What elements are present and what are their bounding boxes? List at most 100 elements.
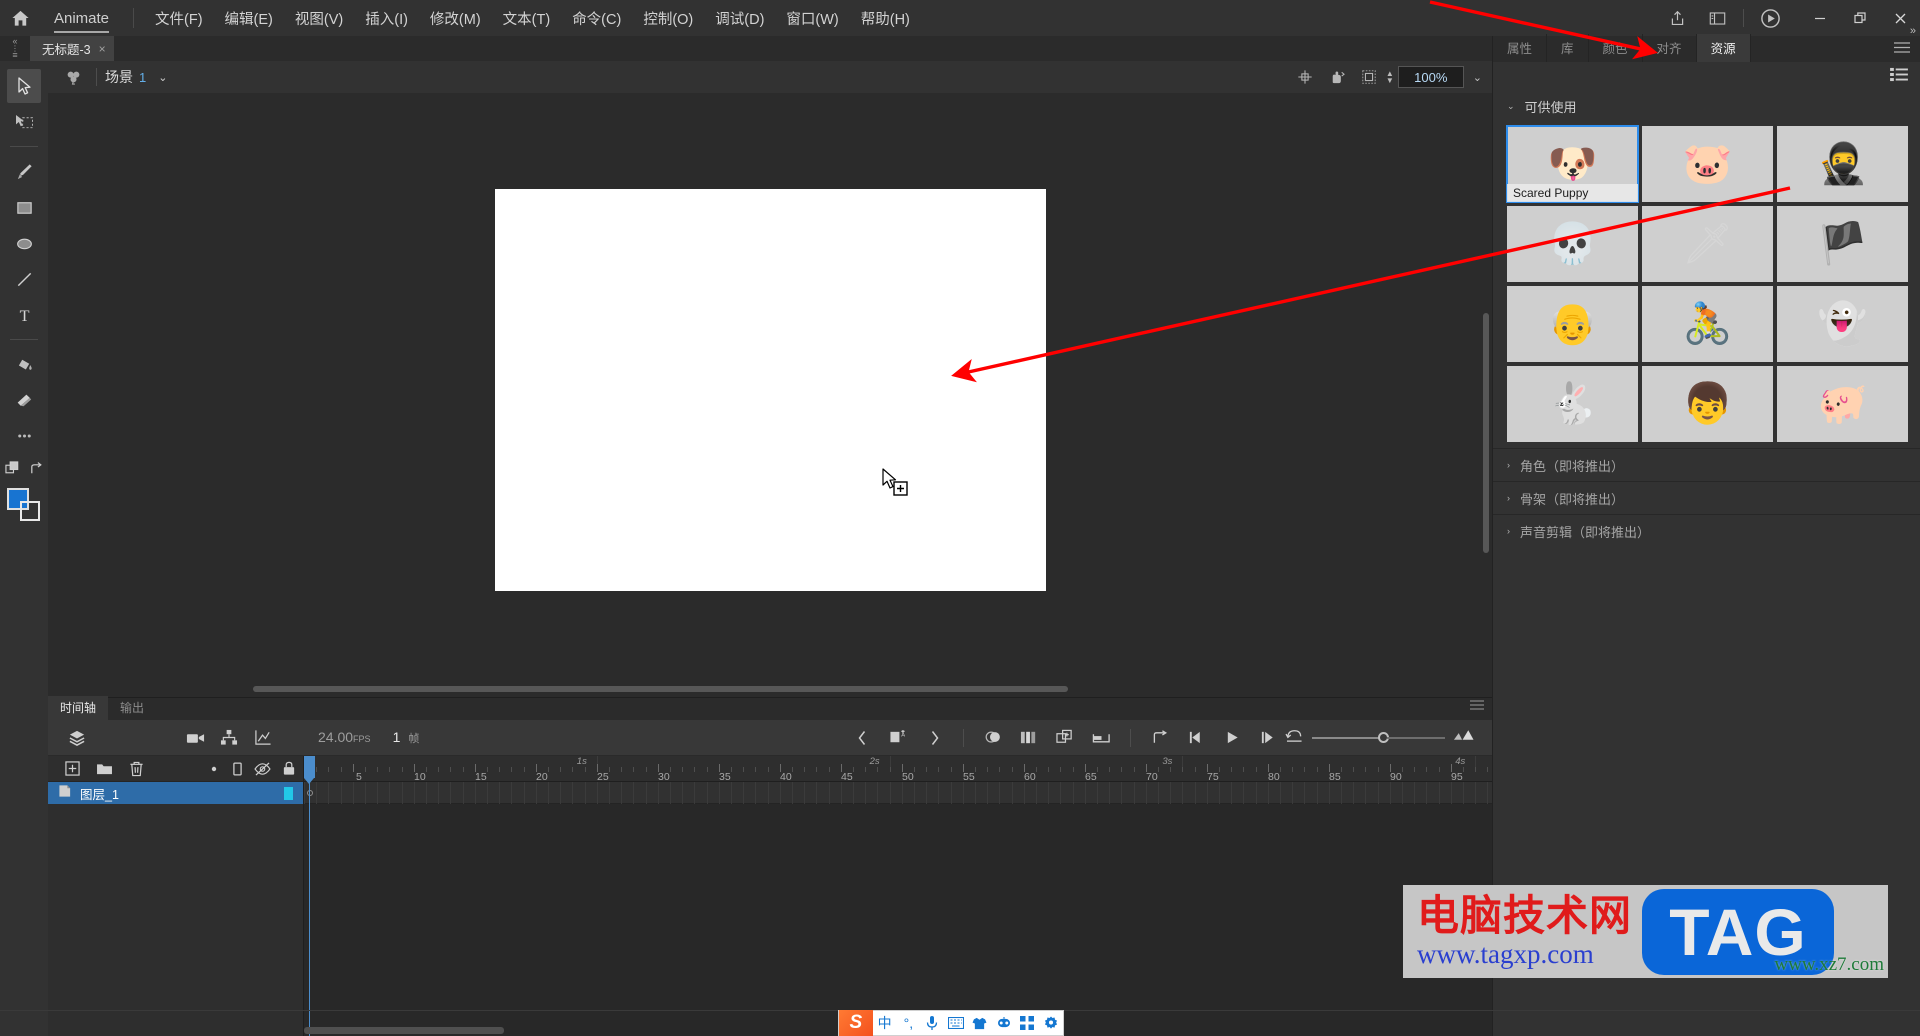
add-layer-icon[interactable] — [56, 757, 88, 781]
skin-icon[interactable] — [968, 1010, 992, 1036]
asset-thumbnail[interactable]: 🏴 — [1777, 206, 1908, 282]
resize-frames-icon[interactable] — [1453, 728, 1474, 747]
menu-item-edit[interactable]: 编辑(E) — [214, 4, 284, 33]
modify-onion-markers-icon[interactable] — [1084, 723, 1118, 753]
canvas-hscroll-thumb[interactable] — [253, 686, 1068, 692]
asset-thumbnail[interactable]: 👻 — [1777, 286, 1908, 362]
free-transform-tool[interactable] — [7, 105, 41, 139]
tab-properties[interactable]: 属性 — [1493, 34, 1548, 62]
panel-layout-icon[interactable] — [1697, 0, 1737, 36]
eraser-tool[interactable] — [7, 383, 41, 417]
edit-multiple-frames-icon[interactable] — [1048, 723, 1082, 753]
layer-dot-column-icon[interactable] — [203, 757, 225, 781]
asset-thumbnail[interactable]: 👦 — [1642, 366, 1773, 442]
layer-lock-icon[interactable] — [275, 757, 303, 781]
menu-item-modify[interactable]: 修改(M) — [419, 4, 492, 33]
punctuation-toggle[interactable]: °, — [896, 1010, 920, 1036]
maximize-button[interactable] — [1840, 3, 1880, 33]
tab-assets[interactable]: 资源 — [1696, 34, 1751, 62]
tab-align[interactable]: 对齐 — [1643, 34, 1697, 62]
minimize-button[interactable] — [1800, 3, 1840, 33]
soft-keyboard-icon[interactable] — [944, 1010, 968, 1036]
expand-right-panel-icon[interactable]: » — [1910, 25, 1916, 37]
layer-outline-column-icon[interactable] — [225, 757, 249, 781]
asset-thumbnail[interactable]: 🐷 — [1642, 126, 1773, 202]
timeline-layer-row[interactable]: 图层_1 — [48, 782, 303, 804]
stage-canvas[interactable] — [495, 189, 1046, 591]
panel-menu-icon[interactable] — [1894, 40, 1910, 58]
rectangle-tool[interactable] — [7, 190, 41, 224]
settings-icon[interactable] — [1039, 1010, 1063, 1036]
keyframe-marker[interactable] — [307, 790, 313, 796]
section-rigs[interactable]: › 骨架（即将推出） — [1493, 481, 1920, 514]
voice-input-icon[interactable] — [920, 1010, 944, 1036]
asset-thumbnail[interactable]: 🐶 Scared Puppy — [1506, 125, 1639, 203]
onion-skin-outlines-icon[interactable] — [1012, 723, 1046, 753]
layer-visibility-icon[interactable] — [249, 757, 275, 781]
paint-bucket-tool[interactable] — [7, 347, 41, 381]
play-icon[interactable] — [1215, 723, 1249, 753]
timeline-panel-menu-icon[interactable] — [1470, 697, 1484, 715]
next-keyframe-icon[interactable] — [917, 723, 951, 753]
timeline-hscroll-thumb[interactable] — [304, 1027, 504, 1034]
chevron-down-icon[interactable]: ⌄ — [158, 71, 167, 84]
document-tab[interactable]: 无标题-3 × — [30, 36, 114, 61]
canvas-vscrollbar[interactable] — [1481, 313, 1489, 553]
playhead[interactable] — [304, 756, 315, 1036]
canvas-hscrollbar[interactable] — [48, 685, 1482, 693]
zoom-dropdown-icon[interactable]: ⌄ — [1473, 71, 1482, 84]
apps-grid-icon[interactable] — [1015, 1010, 1039, 1036]
line-tool[interactable] — [7, 262, 41, 296]
tab-timeline[interactable]: 时间轴 — [48, 696, 109, 720]
play-preview-icon[interactable] — [1750, 0, 1790, 36]
asset-thumbnail[interactable]: 💀 — [1507, 206, 1638, 282]
close-button[interactable] — [1880, 3, 1920, 33]
canvas-viewport[interactable] — [48, 93, 1492, 697]
section-audio-clips[interactable]: › 声音剪辑（即将推出） — [1493, 514, 1920, 547]
menu-item-file[interactable]: 文件(F) — [144, 4, 214, 33]
swap-colors-icon[interactable] — [29, 461, 44, 482]
zoom-down-arrow[interactable]: ▼ — [1386, 77, 1394, 85]
app-name-tab[interactable]: Animate — [40, 0, 123, 36]
scene-selector[interactable]: 场景 1 — [105, 67, 146, 87]
zoom-input[interactable]: 100% — [1397, 66, 1464, 88]
current-frame-value[interactable]: 1 — [393, 729, 401, 745]
loop-playback-icon[interactable] — [1143, 723, 1177, 753]
step-back-icon[interactable] — [1179, 723, 1213, 753]
asset-thumbnail[interactable]: 🚴 — [1642, 286, 1773, 362]
zoom-stepper[interactable]: ▲ ▼ — [1386, 70, 1394, 85]
camera-icon[interactable] — [178, 723, 212, 753]
asset-thumbnail[interactable]: 🐇 — [1507, 366, 1638, 442]
text-tool[interactable]: T — [7, 298, 41, 332]
more-tools-button[interactable] — [7, 419, 41, 453]
onion-skin-icon[interactable] — [976, 723, 1010, 753]
list-view-icon[interactable] — [1890, 67, 1908, 87]
graph-editor-icon[interactable] — [246, 723, 280, 753]
color-swatches[interactable] — [7, 488, 41, 522]
menu-item-help[interactable]: 帮助(H) — [850, 4, 921, 33]
frames-grid[interactable] — [304, 782, 1492, 1036]
timeline-ruler[interactable]: 1s 2s 3s 4s 5 10 15 20 25 30 35 40 45 50 55 60 65 70 75 80 8… — [304, 756, 1492, 783]
collapse-panels-icon[interactable]: « ⋮ ≡ — [0, 36, 30, 61]
section-available-assets[interactable]: ⌄ 可供使用 — [1493, 92, 1920, 120]
delete-layer-icon[interactable] — [120, 757, 152, 781]
asset-thumbnail[interactable]: 👴 — [1507, 286, 1638, 362]
center-stage-icon[interactable] — [1290, 64, 1320, 90]
timeline-zoom-slider[interactable] — [1312, 732, 1445, 743]
tab-output[interactable]: 输出 — [108, 696, 156, 720]
menu-item-window[interactable]: 窗口(W) — [775, 4, 849, 33]
fps-value[interactable]: 24.00 — [318, 729, 353, 745]
previous-keyframe-icon[interactable] — [845, 723, 879, 753]
close-icon[interactable]: × — [99, 42, 106, 56]
canvas-vscroll-thumb[interactable] — [1483, 313, 1489, 553]
section-characters[interactable]: › 角色（即将推出） — [1493, 448, 1920, 481]
stroke-color-swatch[interactable] — [20, 501, 40, 521]
menu-item-debug[interactable]: 调试(D) — [704, 4, 775, 33]
asset-thumbnail[interactable]: 🥷 — [1777, 126, 1908, 202]
insert-keyframe-icon[interactable]: A — [881, 723, 915, 753]
toolbox-icon[interactable] — [992, 1010, 1016, 1036]
add-folder-icon[interactable] — [88, 757, 120, 781]
menu-item-text[interactable]: 文本(T) — [492, 4, 562, 33]
reset-colors-icon[interactable] — [4, 461, 21, 482]
menu-item-control[interactable]: 控制(O) — [632, 4, 704, 33]
